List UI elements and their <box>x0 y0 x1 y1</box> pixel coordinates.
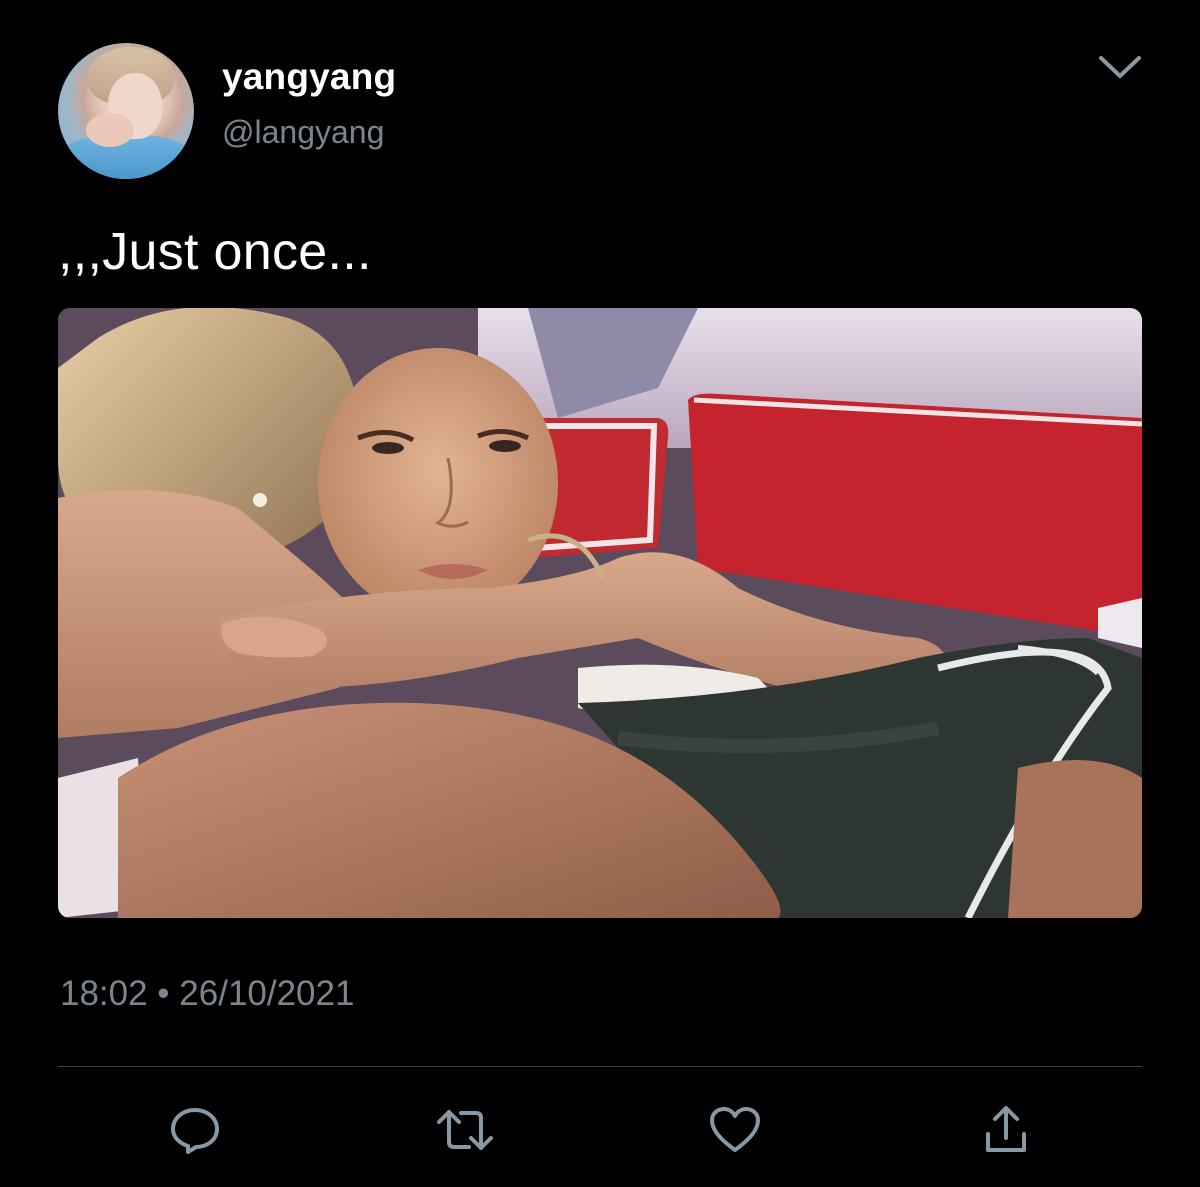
tweet-card: yangyang @langyang ,,,Just once... 18:02… <box>0 0 1200 1187</box>
heart-icon <box>707 1104 763 1156</box>
avatar[interactable] <box>58 43 194 179</box>
display-name[interactable]: yangyang <box>222 56 396 98</box>
chevron-down-icon[interactable] <box>1096 48 1144 84</box>
tweet-media-image[interactable] <box>58 308 1142 918</box>
reply-button[interactable] <box>165 1100 225 1160</box>
tweet-timestamp[interactable]: 18:02 • 26/10/2021 <box>60 974 354 1014</box>
avatar-hand <box>86 113 134 147</box>
retweet-button[interactable] <box>435 1100 495 1160</box>
share-icon <box>980 1102 1032 1158</box>
share-button[interactable] <box>976 1100 1036 1160</box>
retweet-icon <box>435 1102 495 1158</box>
like-button[interactable] <box>705 1100 765 1160</box>
divider <box>58 1066 1142 1067</box>
reply-icon <box>167 1102 223 1158</box>
tweet-text: ,,,Just once... <box>58 223 372 281</box>
user-handle[interactable]: @langyang <box>222 114 384 151</box>
